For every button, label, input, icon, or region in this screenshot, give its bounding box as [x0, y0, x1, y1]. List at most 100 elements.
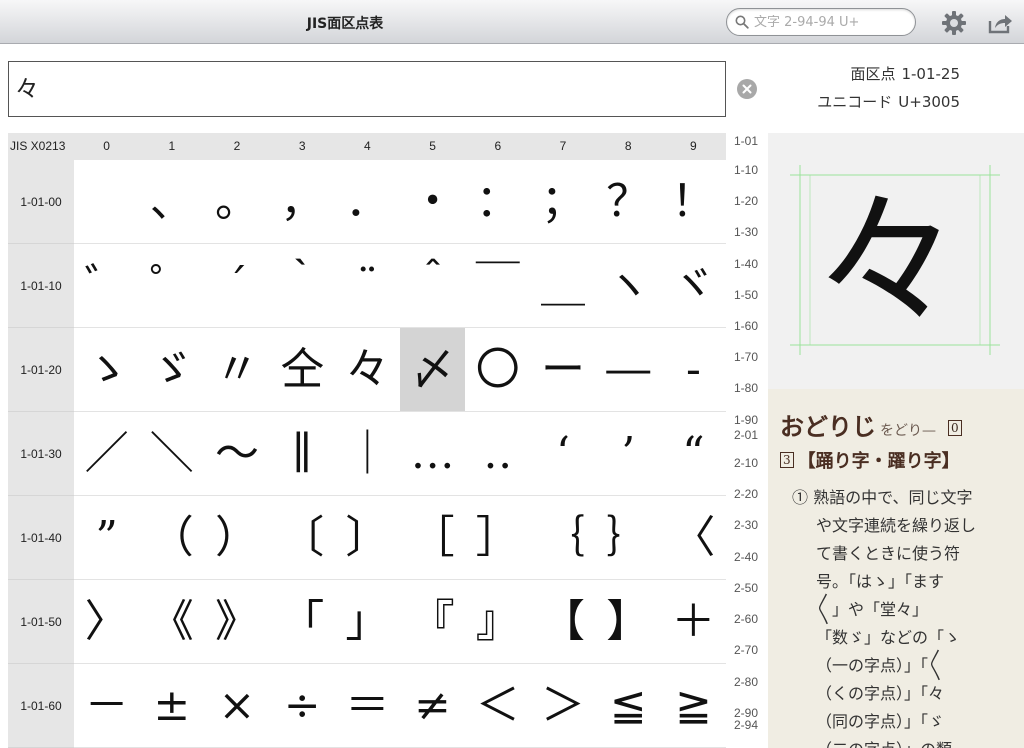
index-label[interactable]: 2-80 — [734, 676, 758, 688]
index-label[interactable]: 1-01 — [734, 135, 758, 147]
character-cell[interactable]: 〕 — [334, 496, 400, 580]
character-cell[interactable]: （ — [139, 496, 205, 580]
character-cell[interactable]: ゞ — [139, 328, 205, 412]
character-cell[interactable]: ＼ — [139, 412, 205, 496]
character-cell[interactable]: 、 — [139, 160, 205, 244]
character-cell[interactable]: ＜ — [465, 664, 531, 748]
index-label[interactable]: 2-70 — [734, 644, 758, 656]
character-cell[interactable]: 【 — [530, 580, 596, 664]
character-cell[interactable]: ‥ — [465, 412, 531, 496]
character-cell[interactable]: 〔 — [269, 496, 335, 580]
character-cell[interactable]: ・ — [400, 160, 466, 244]
index-label[interactable]: 2-20 — [734, 488, 758, 500]
character-cell[interactable]: ／ — [74, 412, 140, 496]
character-cell[interactable]: ≧ — [660, 664, 726, 748]
character-cell[interactable]: ｝ — [595, 496, 661, 580]
character-cell[interactable]: ｀ — [269, 244, 335, 328]
character-cell[interactable]: ≠ — [400, 664, 466, 748]
index-label[interactable]: 2-94 — [734, 719, 758, 731]
column-header: 7 — [559, 139, 567, 153]
character-cell[interactable]: ［ — [400, 496, 466, 580]
character-cell[interactable]: ÷ — [269, 664, 335, 748]
character-cell[interactable]: “ — [660, 412, 726, 496]
character-cell[interactable]: ！ — [660, 160, 726, 244]
index-label[interactable]: 1-10 — [734, 164, 758, 176]
index-label[interactable]: 2-10 — [734, 457, 758, 469]
clear-button[interactable] — [737, 79, 757, 99]
character-input[interactable]: 々 — [8, 61, 726, 117]
character-cell[interactable]: ¨ — [334, 244, 400, 328]
character-cell[interactable]: ヽ — [595, 244, 661, 328]
settings-button[interactable] — [940, 9, 968, 37]
index-label[interactable]: 1-20 — [734, 195, 758, 207]
character-cell[interactable]: 〈 — [660, 496, 726, 580]
character-cell[interactable]: ＞ — [530, 664, 596, 748]
character-cell[interactable]: ； — [530, 160, 596, 244]
character-cell[interactable]: ≦ — [595, 664, 661, 748]
character-cell[interactable]: ＋ — [660, 580, 726, 664]
index-label[interactable]: 1-90 — [734, 414, 758, 426]
character-cell[interactable]: ） — [204, 496, 270, 580]
character-cell[interactable]: 〃 — [204, 328, 270, 412]
index-label[interactable]: 1-80 — [734, 382, 758, 394]
character-cell[interactable]: 」 — [334, 580, 400, 664]
index-label[interactable]: 1-50 — [734, 289, 758, 301]
character-cell[interactable]: 】 — [595, 580, 661, 664]
character-cell[interactable]: － — [74, 664, 140, 748]
character-cell[interactable]: ” — [74, 496, 140, 580]
character-cell[interactable]: 》 — [204, 580, 270, 664]
character-cell[interactable]: 『 — [400, 580, 466, 664]
character-cell[interactable]: 「 — [269, 580, 335, 664]
character-cell[interactable]: ｛ — [530, 496, 596, 580]
row-label: 1-01-50 — [8, 580, 74, 664]
index-label[interactable]: 2-60 — [734, 613, 758, 625]
search-input[interactable] — [754, 14, 904, 30]
index-strip[interactable]: 1-01 1-10 1-20 1-30 1-40 1-50 1-60 1-70 1-80 1-90… — [730, 133, 768, 748]
character-cell[interactable]: ― — [595, 328, 661, 412]
character-cell[interactable]: ￣ — [465, 244, 531, 328]
character-cell[interactable]: ’ — [595, 412, 661, 496]
index-label[interactable]: 2-40 — [734, 551, 758, 563]
index-label[interactable]: 1-70 — [734, 351, 758, 363]
character-cell[interactable]: ゛ — [74, 244, 140, 328]
character-cell[interactable]: ＾ — [400, 244, 466, 328]
character-cell[interactable]: 〉 — [74, 580, 140, 664]
character-cell[interactable]: ？ — [595, 160, 661, 244]
character-cell[interactable]: ‐ — [660, 328, 726, 412]
character-cell[interactable]: ， — [269, 160, 335, 244]
index-label[interactable]: 2-30 — [734, 519, 758, 531]
index-label[interactable]: 1-30 — [734, 226, 758, 238]
character-cell[interactable] — [74, 160, 140, 244]
index-label[interactable]: 2-01 — [734, 429, 758, 441]
character-cell[interactable]: ｜ — [334, 412, 400, 496]
character-cell[interactable]: 々 — [334, 328, 400, 412]
character-cell[interactable]: ´ — [204, 244, 270, 328]
character-cell[interactable]: ∥ — [269, 412, 335, 496]
character-cell[interactable]: ー — [530, 328, 596, 412]
character-cell[interactable]: 〆 — [400, 328, 466, 412]
index-label[interactable]: 1-60 — [734, 320, 758, 332]
character-cell[interactable]: 仝 — [269, 328, 335, 412]
dictionary-panel[interactable]: おどりじ をどり— 0 3 【踊り字・躍り字】 ① 熟語の中で、同じ文字 や文字連続を繰… — [768, 389, 1024, 748]
character-cell[interactable]: ＝ — [334, 664, 400, 748]
character-cell[interactable]: ゜ — [139, 244, 205, 328]
character-cell[interactable]: 。 — [204, 160, 270, 244]
share-button[interactable] — [986, 9, 1014, 37]
character-cell[interactable]: 』 — [465, 580, 531, 664]
character-cell[interactable]: × — [204, 664, 270, 748]
character-cell[interactable]: … — [400, 412, 466, 496]
index-label[interactable]: 2-50 — [734, 582, 758, 594]
character-cell[interactable]: 《 — [139, 580, 205, 664]
character-cell[interactable]: ． — [334, 160, 400, 244]
character-cell[interactable]: ～ — [204, 412, 270, 496]
index-label[interactable]: 1-40 — [734, 258, 758, 270]
character-cell[interactable]: ‘ — [530, 412, 596, 496]
character-cell[interactable]: ヾ — [660, 244, 726, 328]
character-cell[interactable]: ： — [465, 160, 531, 244]
character-cell[interactable]: 〇 — [465, 328, 531, 412]
character-cell[interactable]: ＿ — [530, 244, 596, 328]
character-cell[interactable]: ］ — [465, 496, 531, 580]
character-cell[interactable]: ゝ — [74, 328, 140, 412]
search-field[interactable] — [726, 8, 916, 36]
character-cell[interactable]: ± — [139, 664, 205, 748]
